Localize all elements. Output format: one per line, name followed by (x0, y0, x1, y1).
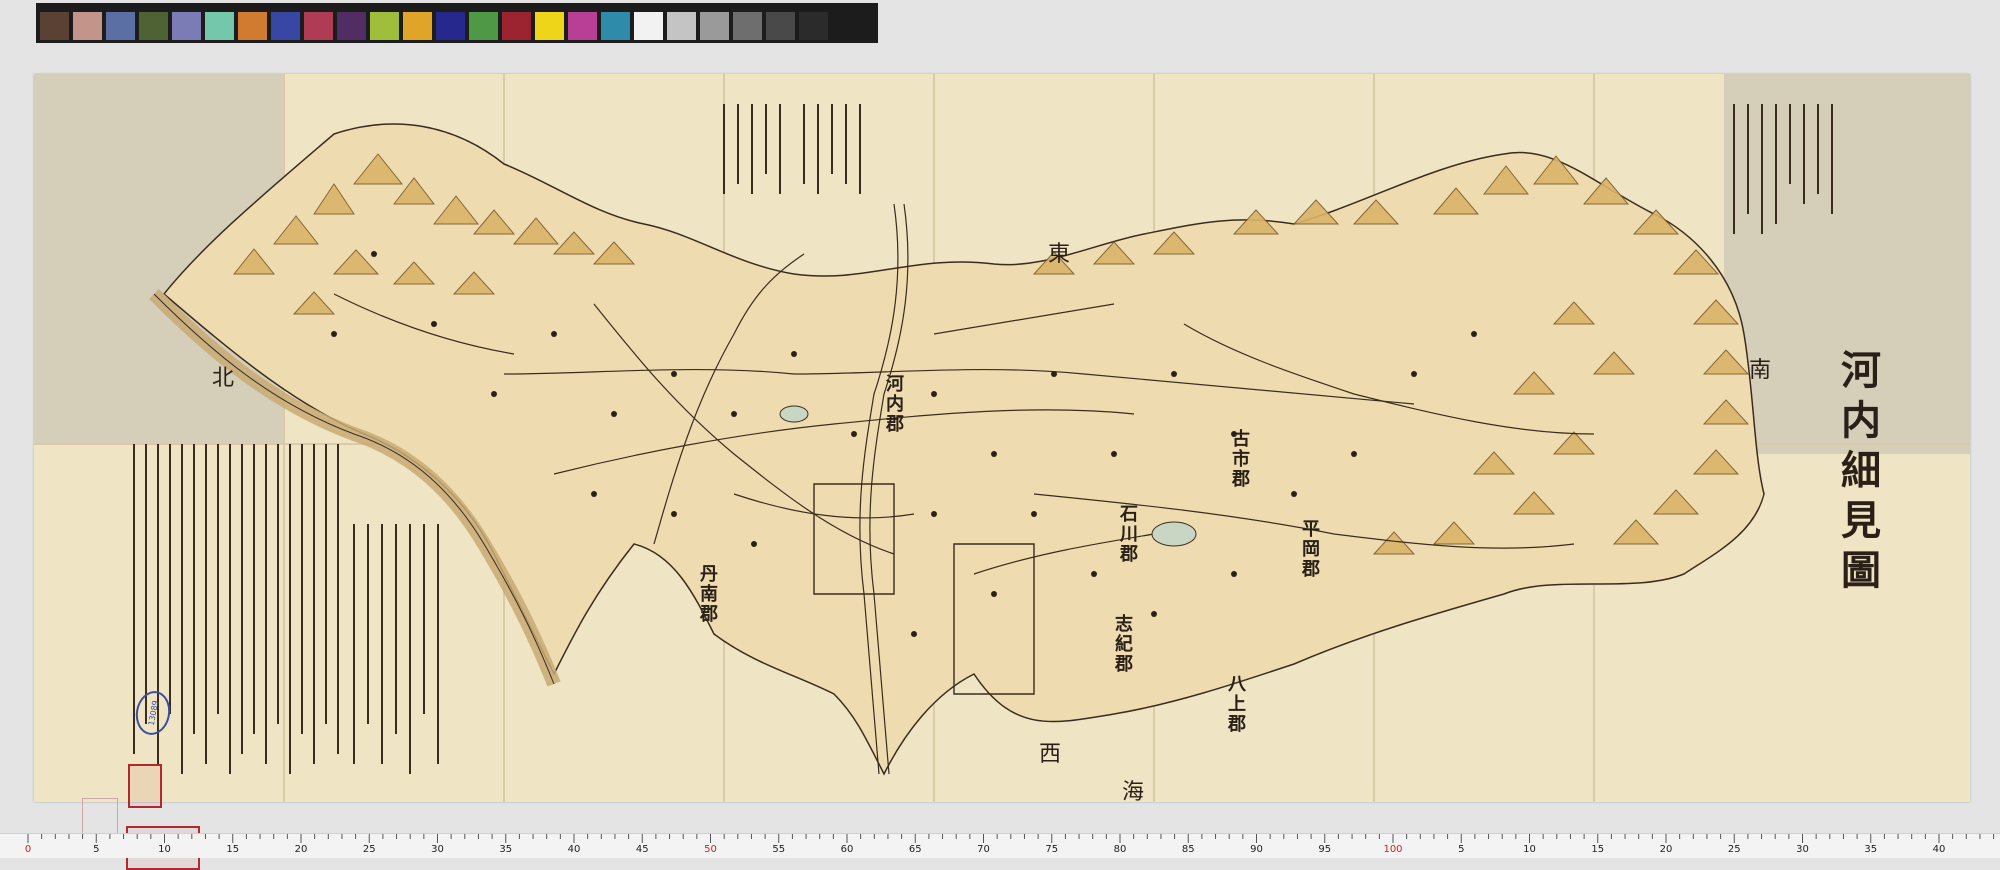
district-furuichi: 古市郡 (1229, 429, 1250, 489)
color-chip (73, 12, 102, 40)
color-chip (304, 12, 333, 40)
color-chip (502, 12, 531, 40)
color-chip (766, 12, 795, 40)
district-yakami: 八上郡 (1225, 674, 1246, 734)
map-artwork (34, 74, 1970, 802)
color-chip (139, 12, 168, 40)
color-chip (205, 12, 234, 40)
ruler-label: 70 (977, 844, 990, 855)
ruler-label: 40 (567, 844, 581, 855)
ruler-label: 90 (1250, 844, 1263, 855)
color-chip (535, 12, 564, 40)
color-chip (799, 12, 828, 40)
color-chip (733, 12, 762, 40)
ruler-label: 80 (1113, 844, 1127, 855)
district-kawachi: 河内郡 (883, 374, 904, 434)
ruler-label: 15 (226, 844, 240, 855)
ruler-label: 60 (840, 844, 854, 855)
ruler-label: 30 (431, 844, 444, 855)
direction-west: 西 (1039, 742, 1062, 767)
color-chip (700, 12, 729, 40)
district-ishikawa: 石川郡 (1117, 504, 1138, 564)
ruler-label: 35 (499, 844, 513, 855)
ruler-label: 10 (158, 844, 171, 855)
color-chip (40, 12, 69, 40)
ruler-label: 20 (1659, 844, 1673, 855)
color-chip (106, 12, 135, 40)
color-chip (271, 12, 300, 40)
province-outline (162, 123, 1765, 776)
color-chip (370, 12, 399, 40)
ruler-label: 75 (1045, 844, 1059, 855)
color-chip (436, 12, 465, 40)
map-title: 河内細見圖 (1834, 349, 1881, 599)
color-chip (172, 12, 201, 40)
color-chip (634, 12, 663, 40)
direction-north: 北 (212, 366, 235, 391)
color-chip (601, 12, 630, 40)
ruler-label: 5 (1458, 844, 1465, 855)
ruler-label: 40 (1932, 844, 1946, 855)
stamp-number: 13089 (146, 699, 160, 727)
color-chip (337, 12, 366, 40)
map-sheet: 河内細見圖 北 東 南 西 海 古市郡 平岡郡 八上郡 石川郡 河内郡 丹南郡 … (34, 74, 1970, 870)
district-shiki: 志紀郡 (1112, 614, 1133, 674)
color-chip (667, 12, 696, 40)
color-chip (403, 12, 432, 40)
ruler-label: 35 (1864, 844, 1878, 855)
scale-ruler: 0 5 10 15 20 25 30 35 40 45 50 55 60 65 70 75 80 85 90 95 10… (0, 833, 2000, 858)
ruler-label: 45 (635, 844, 649, 855)
color-checker (36, 3, 878, 43)
ruler-label: 50 (704, 844, 717, 855)
district-tannan: 丹南郡 (697, 564, 718, 624)
ruler-label: 95 (1318, 844, 1332, 855)
red-seal-small (128, 764, 162, 808)
ruler-label: 10 (1523, 844, 1536, 855)
ruler-label: 25 (362, 844, 376, 855)
direction-east: 東 (1048, 242, 1071, 267)
ruler-label: 100 (1383, 844, 1403, 855)
ruler-label: 15 (1591, 844, 1605, 855)
ruler-label: 55 (772, 844, 786, 855)
ruler-label: 25 (1727, 844, 1741, 855)
ruler-label: 65 (908, 844, 922, 855)
ruler-label: 20 (294, 844, 308, 855)
ruler-label: 5 (93, 844, 100, 855)
ruler-label: 85 (1181, 844, 1195, 855)
direction-south: 南 (1749, 358, 1772, 383)
color-chip (238, 12, 267, 40)
ruler-label: 30 (1796, 844, 1809, 855)
sea-label: 海 (1122, 780, 1145, 805)
district-hiraoka: 平岡郡 (1299, 519, 1320, 579)
color-chip (469, 12, 498, 40)
ruler-label: 0 (24, 844, 32, 855)
color-chip (568, 12, 597, 40)
